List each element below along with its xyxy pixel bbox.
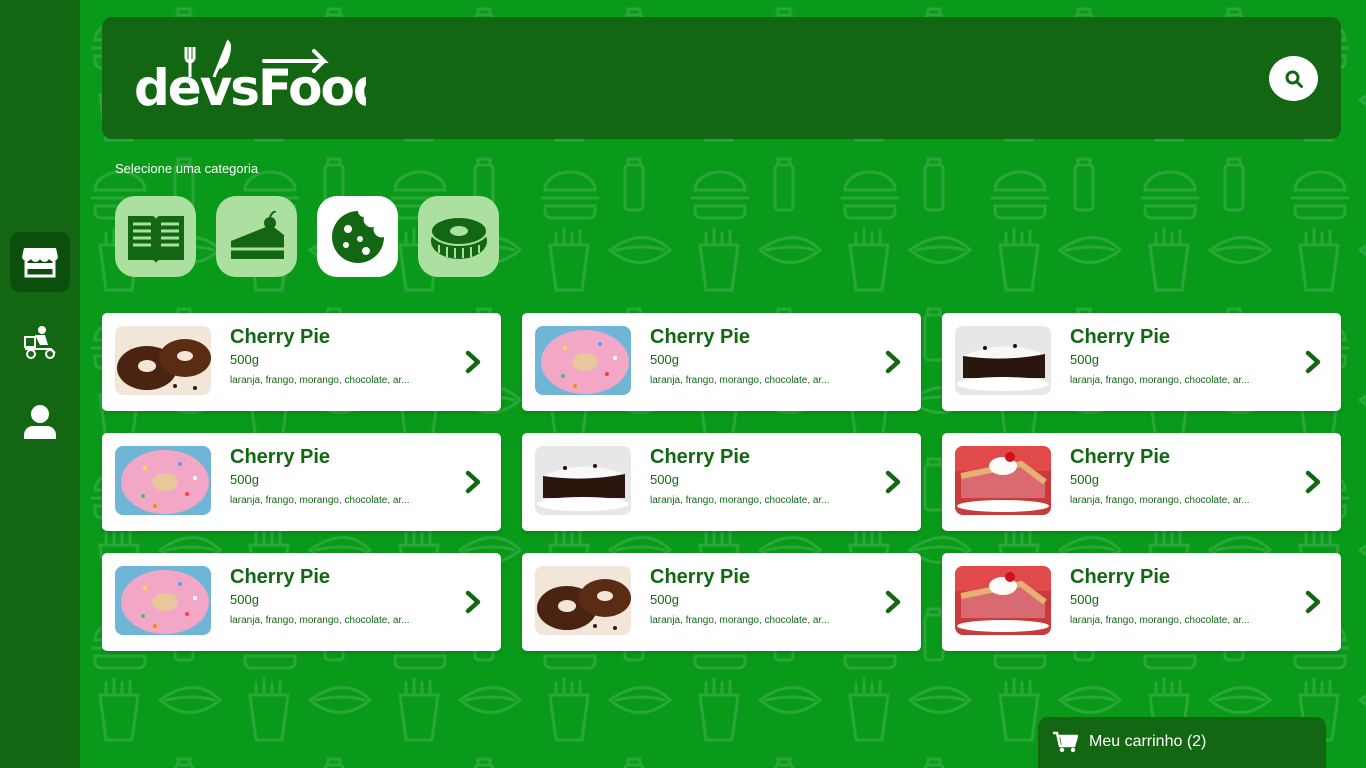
chevron-right-icon[interactable] [1305,470,1321,499]
category-cookie[interactable] [317,196,398,277]
chevron-right-icon[interactable] [1305,350,1321,379]
product-name: Cherry Pie [650,326,751,348]
devsfood-logo: devsFood [134,39,389,117]
product-image [115,326,211,395]
product-image [955,566,1051,635]
cart-label: Meu carrinho (2) [1089,733,1207,750]
product-ingredients: laranja, frango, morango, chocolate, ar.… [230,495,410,506]
product-name: Cherry Pie [230,446,331,468]
chevron-right-icon[interactable] [465,470,481,499]
product-image [535,446,631,515]
product-card[interactable]: Cherry Pie 500g laranja, frango, morango, … [942,433,1341,531]
category-title: Selecione uma categoria [115,161,259,176]
product-weight: 500g [1070,352,1099,367]
product-weight: 500g [1070,592,1099,607]
product-ingredients: laranja, frango, morango, chocolate, ar.… [650,495,830,506]
category-donut[interactable] [418,196,499,277]
product-name: Cherry Pie [650,446,751,468]
user-icon [24,405,56,439]
product-ingredients: laranja, frango, morango, chocolate, ar.… [1070,495,1250,506]
product-card[interactable]: Cherry Pie 500g laranja, frango, morango, … [942,313,1341,411]
cookie-icon [331,210,384,263]
sidebar-item-store[interactable] [10,232,70,292]
sidebar-item-profile[interactable] [10,392,70,452]
product-card[interactable]: Cherry Pie 500g laranja, frango, morango, … [102,433,501,531]
product-name: Cherry Pie [1070,446,1171,468]
category-cake[interactable] [216,196,297,277]
product-card[interactable]: Cherry Pie 500g laranja, frango, morango, … [522,553,921,651]
product-weight: 500g [230,352,259,367]
product-card[interactable]: Cherry Pie 500g laranja, frango, morango, … [102,313,501,411]
product-name: Cherry Pie [230,326,331,348]
product-ingredients: laranja, frango, morango, chocolate, ar.… [1070,615,1250,626]
product-name: Cherry Pie [230,566,331,588]
cart-bar[interactable]: Meu carrinho (2) [1038,717,1326,768]
product-weight: 500g [1070,472,1099,487]
header: devsFood [102,17,1341,139]
product-card[interactable]: Cherry Pie 500g laranja, frango, morango, … [102,553,501,651]
product-image [535,566,631,635]
category-menu[interactable] [115,196,196,277]
product-card[interactable]: Cherry Pie 500g laranja, frango, morango, … [522,313,921,411]
product-weight: 500g [650,352,679,367]
product-ingredients: laranja, frango, morango, chocolate, ar.… [650,375,830,386]
search-button[interactable] [1269,56,1318,101]
product-weight: 500g [650,592,679,607]
chevron-right-icon[interactable] [885,590,901,619]
chevron-right-icon[interactable] [465,350,481,379]
product-ingredients: laranja, frango, morango, chocolate, ar.… [1070,375,1250,386]
product-name: Cherry Pie [1070,326,1171,348]
product-ingredients: laranja, frango, morango, chocolate, ar.… [230,375,410,386]
product-image [955,446,1051,515]
product-weight: 500g [230,592,259,607]
product-card[interactable]: Cherry Pie 500g laranja, frango, morango, … [522,433,921,531]
chevron-right-icon[interactable] [885,350,901,379]
delivery-icon [24,326,56,359]
product-image [115,446,211,515]
store-icon [22,248,58,278]
product-name: Cherry Pie [1070,566,1171,588]
svg-text:devsFood: devsFood [134,59,366,111]
product-name: Cherry Pie [650,566,751,588]
cake-icon [230,210,284,259]
product-card[interactable]: Cherry Pie 500g laranja, frango, morango, … [942,553,1341,651]
chevron-right-icon[interactable] [1305,590,1321,619]
search-icon [1285,70,1303,88]
product-image [535,326,631,395]
chevron-right-icon[interactable] [465,590,481,619]
sidebar [0,0,80,768]
product-ingredients: laranja, frango, morango, chocolate, ar.… [650,615,830,626]
product-weight: 500g [650,472,679,487]
product-image [115,566,211,635]
sidebar-item-delivery[interactable] [10,312,70,372]
product-ingredients: laranja, frango, morango, chocolate, ar.… [230,615,410,626]
chevron-right-icon[interactable] [885,470,901,499]
product-weight: 500g [230,472,259,487]
donut-icon [429,215,488,259]
cart-icon [1053,731,1078,753]
product-image [955,326,1051,395]
menu-book-icon [127,215,184,264]
